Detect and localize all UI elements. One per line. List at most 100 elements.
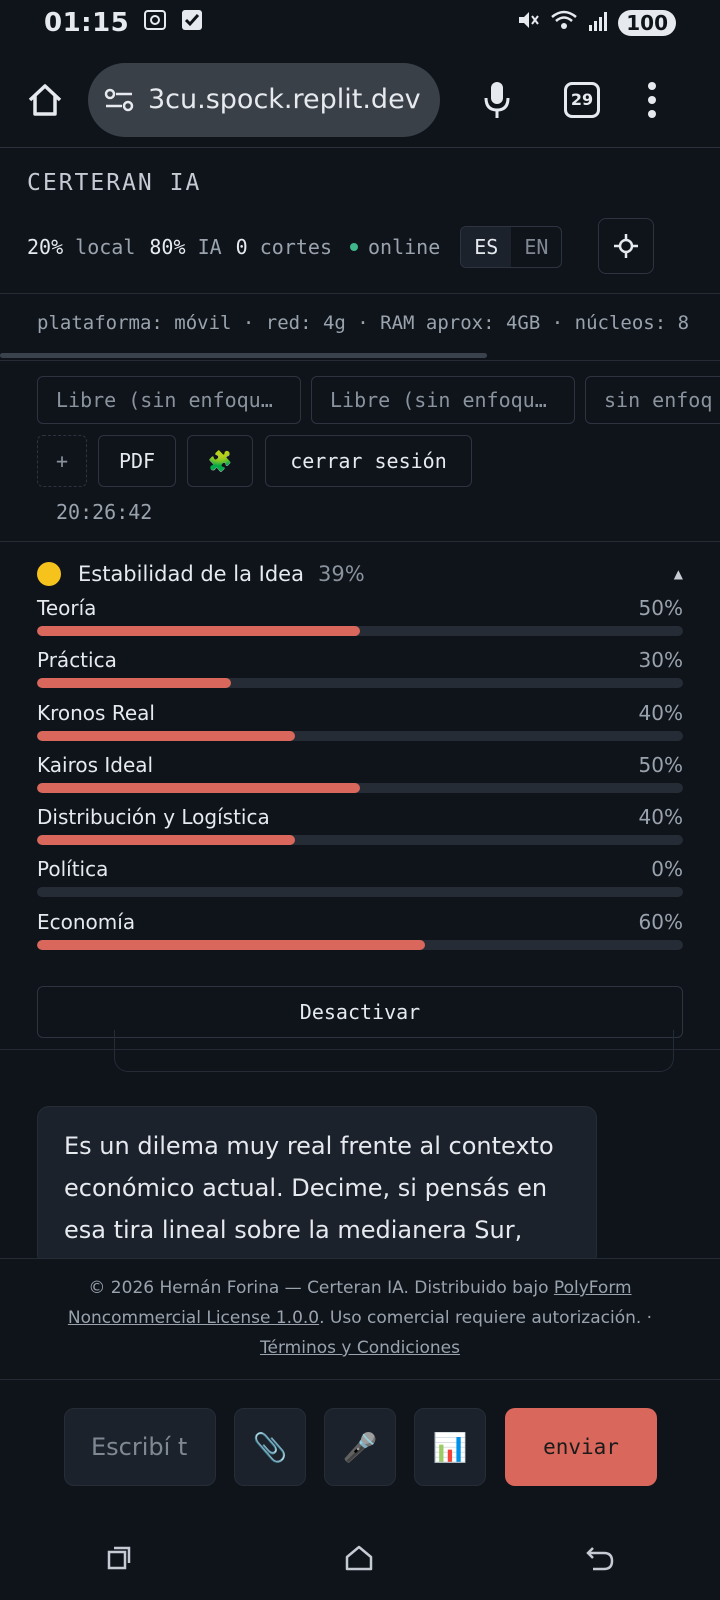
pdf-button[interactable]: PDF [98,435,176,487]
attach-button[interactable]: 📎 [234,1408,306,1486]
stability-status-dot [37,562,61,586]
collapse-caret-icon[interactable]: ▲ [674,567,683,581]
divider [0,541,720,542]
metric-value: 40% [638,805,683,829]
metric-row: Kairos Ideal 50% [37,753,683,797]
online-status: online [368,235,441,259]
menu-dot [648,95,656,104]
language-switch: ES EN [460,226,563,268]
system-home-button[interactable] [344,1544,374,1576]
back-button[interactable] [585,1544,615,1576]
horizontal-scrollbar[interactable] [0,353,487,358]
browser-toolbar: 3cu.spock.replit.dev 29 [0,52,720,148]
ia-label: IA [197,235,222,259]
metric-bar-track [37,783,683,793]
site-settings-icon[interactable] [104,87,134,113]
local-percent: 20% [27,235,64,259]
metric-value: 40% [638,701,683,725]
metric-bar-fill [37,626,360,636]
metric-value: 50% [638,753,683,777]
focus-select-3[interactable]: sin enfoq [585,376,720,424]
card-edge [114,1030,674,1072]
system-navigation-bar [0,1520,720,1600]
metric-label: Teoría [37,596,97,620]
metric-label: Kronos Real [37,701,155,725]
metric-bar-track [37,731,683,741]
check-icon [181,9,203,37]
metric-row: Teoría 50% [37,596,683,640]
tab-switcher-button[interactable]: 29 [564,81,600,118]
voice-search-button[interactable] [474,77,520,123]
usage-stats: 20% local 80% IA 0 cortes online ES EN [27,222,563,272]
metric-row: Kronos Real 40% [37,701,683,745]
online-indicator [350,243,358,251]
metric-label: Economía [37,910,136,934]
status-bar: 01:15 100 [0,0,720,46]
divider [0,293,720,294]
message-input[interactable]: Escribí t [64,1408,216,1486]
metric-label: Distribución y Logística [37,805,270,829]
screenshot-icon [143,9,167,37]
focus-select-2[interactable]: Libre (sin enfoqu… [311,376,575,424]
metric-bar-track [37,678,683,688]
metric-bar-fill [37,731,296,741]
metric-bar-track [37,626,683,636]
plugins-button[interactable]: 🧩 [187,435,253,487]
mute-icon [516,8,540,38]
menu-dot [648,81,656,90]
footer-text: © 2026 Hernán Forina — Certeran IA. Dist… [88,1278,554,1298]
status-time: 01:15 [44,8,130,38]
microphone-icon: 🎤 [342,1430,378,1464]
metric-row: Práctica 30% [37,648,683,692]
lang-es-button[interactable]: ES [461,227,512,267]
stability-percent: 39% [317,562,365,586]
chart-icon: 📊 [432,1430,468,1464]
metric-bar-track [37,940,683,950]
stability-panel-header[interactable]: Estabilidad de la Idea 39% ▲ [37,556,683,592]
lang-en-button[interactable]: EN [511,227,561,267]
stability-title: Estabilidad de la Idea [78,562,304,586]
address-bar[interactable]: 3cu.spock.replit.dev [88,62,440,137]
metric-row: Distribución y Logística 40% [37,805,683,849]
session-clock: 20:26:42 [56,500,153,524]
metric-label: Política [37,857,109,881]
metric-bar-track [37,887,683,897]
metric-label: Kairos Ideal [37,753,154,777]
metric-value: 30% [638,648,683,672]
settings-button[interactable] [598,218,654,274]
browser-menu-button[interactable] [648,81,656,118]
metric-label: Práctica [37,648,117,672]
puzzle-icon: 🧩 [207,449,233,473]
metric-bar-fill [37,678,231,688]
recent-apps-button[interactable] [105,1544,133,1576]
browser-home-button[interactable] [22,77,68,123]
metric-row: Política 0% [37,857,683,901]
microphone-icon [484,81,510,118]
voice-input-button[interactable]: 🎤 [324,1408,396,1486]
send-button[interactable]: enviar [505,1408,657,1486]
divider [0,360,720,361]
chart-button[interactable]: 📊 [414,1408,486,1486]
recents-icon [108,1546,131,1570]
metric-bar-track [37,835,683,845]
footer: © 2026 Hernán Forina — Certeran IA. Dist… [0,1258,720,1380]
metric-value: 50% [638,596,683,620]
cuts-label: cortes [259,235,332,259]
app-title: CERTERAN IA [27,170,202,196]
add-button[interactable]: + [37,435,87,487]
footer-suffix: . Uso comercial requiere autorización. · [319,1308,653,1328]
metric-value: 60% [638,910,683,934]
metric-row: Economía 60% [37,910,683,954]
wifi-icon [550,8,578,38]
logout-button[interactable]: cerrar sesión [265,435,472,487]
metric-value: 0% [651,857,683,881]
metric-bar-fill [37,940,425,950]
assistant-message: Es un dilema muy real frente al contexto… [37,1106,597,1266]
menu-dot [648,109,656,118]
url-text: 3cu.spock.replit.dev [148,84,421,115]
metric-bar-fill [37,783,360,793]
back-icon [585,1547,613,1571]
focus-select-1[interactable]: Libre (sin enfoqu… [37,376,301,424]
battery-indicator: 100 [618,10,676,36]
terms-link[interactable]: Términos y Condiciones [260,1338,460,1358]
